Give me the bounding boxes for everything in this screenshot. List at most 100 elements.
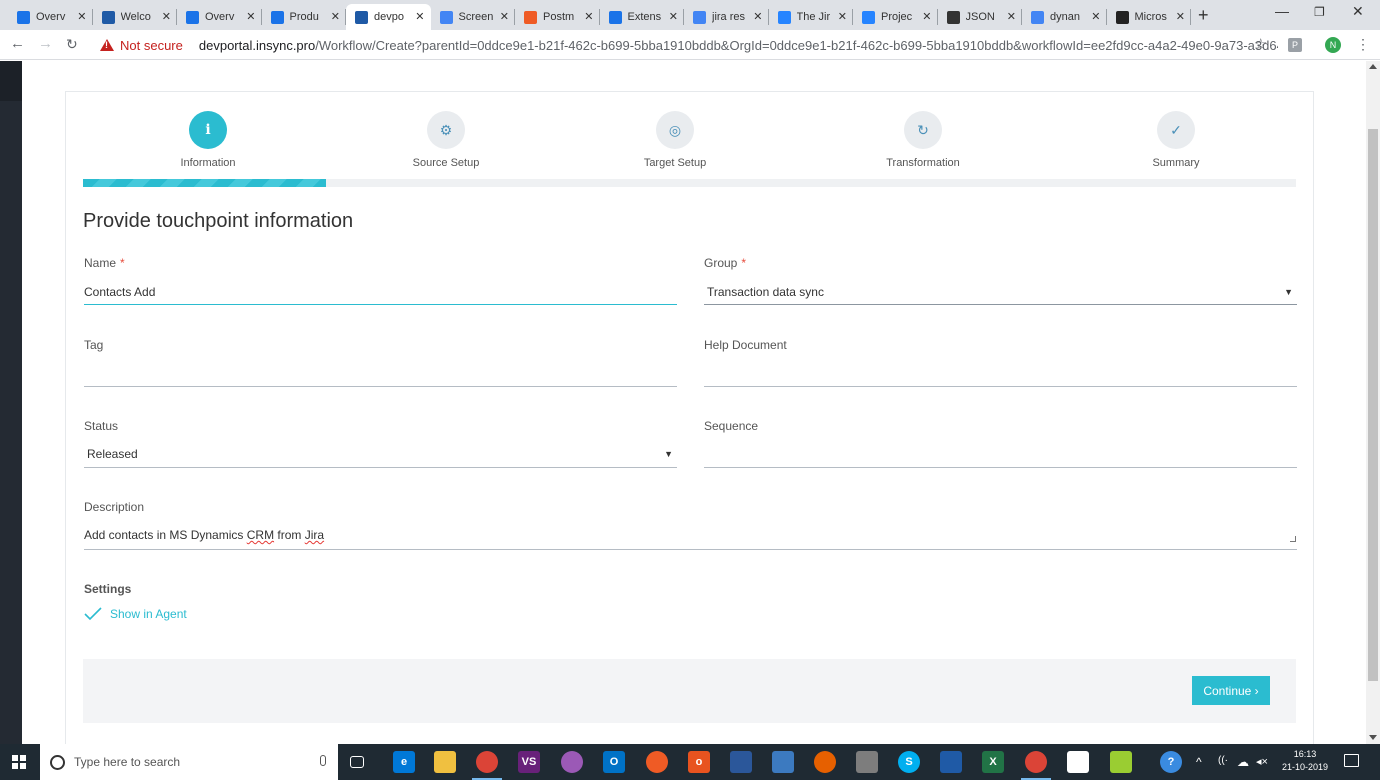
browser-tab[interactable]: jira res ✕ [684, 4, 769, 30]
close-tab-icon[interactable]: ✕ [162, 10, 171, 23]
help-icon[interactable]: ? [1160, 751, 1182, 773]
browser-tab[interactable]: Screen ✕ [431, 4, 515, 30]
browser-tab[interactable]: Postm ✕ [515, 4, 600, 30]
scroll-down-arrow-icon[interactable] [1369, 735, 1377, 740]
close-tab-icon[interactable]: ✕ [669, 10, 678, 23]
skype-icon[interactable]: S [898, 751, 920, 773]
profile-avatar[interactable]: N [1325, 37, 1341, 53]
group-select[interactable]: Transaction data sync [707, 285, 824, 299]
continue-button[interactable]: Continue › [1192, 676, 1270, 705]
notifications-icon[interactable] [1344, 754, 1359, 767]
scrollbar-thumb[interactable] [1368, 129, 1378, 681]
workflow-wizard-card: i Information ⚙ Source Setup ◎ Target Setup ↻ T… [65, 91, 1314, 744]
app-icon[interactable] [561, 751, 583, 773]
show-in-agent-label: Show in Agent [110, 607, 187, 621]
forward-button[interactable]: → [38, 35, 53, 52]
wizard-step-target-setup[interactable]: ◎ Target Setup [595, 111, 755, 169]
gears-icon: ⚙ [427, 111, 465, 149]
windows-taskbar: Type here to search e VS O o S X ? ^ ((·… [0, 744, 1380, 780]
browser-tab[interactable]: Overv ✕ [8, 4, 93, 30]
taskbar-clock[interactable]: 16:13 21-10-2019 [1278, 748, 1332, 774]
close-tab-icon[interactable]: ✕ [1007, 10, 1016, 23]
cortana-icon [50, 754, 65, 770]
browser-tab[interactable]: Welco ✕ [93, 4, 177, 30]
wizard-step-label: Target Setup [643, 157, 707, 169]
onedrive-icon[interactable]: ☁ [1237, 755, 1249, 769]
close-tab-icon[interactable]: ✕ [500, 10, 509, 23]
form-footer: Continue › [83, 659, 1296, 723]
close-tab-icon[interactable]: ✕ [1091, 10, 1100, 23]
chevron-down-icon[interactable]: ▼ [664, 449, 673, 459]
tray-chevron-icon[interactable]: ^ [1196, 755, 1202, 769]
chrome-icon[interactable] [472, 751, 502, 780]
back-button[interactable]: ← [10, 35, 25, 52]
browser-tab[interactable]: Produ ✕ [262, 4, 346, 30]
close-tab-icon[interactable]: ✕ [753, 10, 762, 23]
excel-icon[interactable]: X [982, 751, 1004, 773]
bookmark-star-icon[interactable]: ☆ [1254, 35, 1267, 53]
task-view-icon[interactable] [350, 756, 364, 768]
textarea-resize-handle[interactable] [1290, 536, 1296, 542]
reload-button[interactable]: ↻ [66, 36, 78, 53]
status-select[interactable]: Released [87, 447, 138, 461]
notepad-icon[interactable] [1067, 751, 1089, 773]
close-tab-icon[interactable]: ✕ [838, 10, 847, 23]
tab-title: Welco [120, 11, 151, 23]
wizard-step-summary[interactable]: ✓ Summary [1096, 111, 1256, 169]
postman-icon[interactable] [646, 751, 668, 773]
form-title: Provide touchpoint information [83, 210, 354, 232]
restore-button[interactable]: ❐ [1314, 5, 1325, 19]
file-explorer-icon[interactable] [434, 751, 456, 773]
volume-icon[interactable]: ◂× [1256, 755, 1268, 768]
page-scrollbar[interactable] [1366, 61, 1380, 744]
close-tab-icon[interactable]: ✕ [1176, 10, 1185, 23]
windows-start-icon[interactable] [12, 755, 26, 769]
app-icon[interactable]: o [688, 751, 710, 773]
visual-studio-icon[interactable]: VS [518, 751, 540, 773]
microphone-icon[interactable] [320, 755, 326, 766]
wizard-step-transformation[interactable]: ↻ Transformation [843, 111, 1003, 169]
tab-title: Overv [36, 11, 66, 23]
minimize-button[interactable]: — [1275, 3, 1289, 19]
outlook-icon[interactable]: O [603, 751, 625, 773]
close-tab-icon[interactable]: ✕ [331, 10, 340, 23]
name-input[interactable]: Contacts Add [84, 285, 155, 299]
browser-tab[interactable]: Overv ✕ [177, 4, 262, 30]
browser-tab[interactable]: Extens ✕ [600, 4, 684, 30]
check-circle-icon: ✓ [1157, 111, 1195, 149]
edge-icon[interactable]: e [393, 751, 415, 773]
browser-tab[interactable]: dynan ✕ [1022, 4, 1107, 30]
chevron-down-icon[interactable]: ▼ [1284, 287, 1293, 297]
wizard-step-source-setup[interactable]: ⚙ Source Setup [366, 111, 526, 169]
show-in-agent-checkbox[interactable]: Show in Agent [84, 607, 187, 621]
menu-kebab-icon[interactable]: ⋮ [1356, 36, 1370, 53]
description-textarea[interactable]: Add contacts in MS Dynamics CRM from Jir… [84, 528, 324, 542]
editor-icon[interactable] [1110, 751, 1132, 773]
taskbar-search-box[interactable]: Type here to search [40, 744, 338, 780]
wizard-step-information[interactable]: i Information [128, 111, 288, 169]
not-secure-label[interactable]: Not secure [120, 38, 183, 53]
close-tab-icon[interactable]: ✕ [922, 10, 931, 23]
browser-tab[interactable]: devpo ✕ [346, 4, 431, 30]
close-tab-icon[interactable]: ✕ [415, 10, 424, 23]
chart-app-icon[interactable] [772, 751, 794, 773]
database-icon[interactable] [856, 751, 878, 773]
extension-icon[interactable]: P [1288, 38, 1302, 52]
browser-tab[interactable]: Micros ✕ [1107, 4, 1191, 30]
browser-tab[interactable]: JSON ✕ [938, 4, 1022, 30]
close-tab-icon[interactable]: ✕ [246, 10, 255, 23]
scroll-up-arrow-icon[interactable] [1369, 64, 1377, 69]
tab-title: JSON [965, 11, 995, 23]
browser-tab[interactable]: The Jir ✕ [769, 4, 853, 30]
close-tab-icon[interactable]: ✕ [77, 10, 86, 23]
close-window-button[interactable]: ✕ [1352, 3, 1364, 20]
close-tab-icon[interactable]: ✕ [584, 10, 593, 23]
browser-tab[interactable]: Projec ✕ [853, 4, 938, 30]
new-tab-button[interactable]: + [1198, 5, 1209, 26]
chrome-icon[interactable] [1021, 751, 1051, 780]
cloud-app-icon[interactable] [940, 751, 962, 773]
power-bi-icon[interactable] [730, 751, 752, 773]
firefox-icon[interactable] [814, 751, 836, 773]
network-icon[interactable]: ((· [1218, 755, 1228, 766]
address-bar[interactable]: Not secure devportal.insync.pro/Workflow… [100, 33, 1278, 57]
